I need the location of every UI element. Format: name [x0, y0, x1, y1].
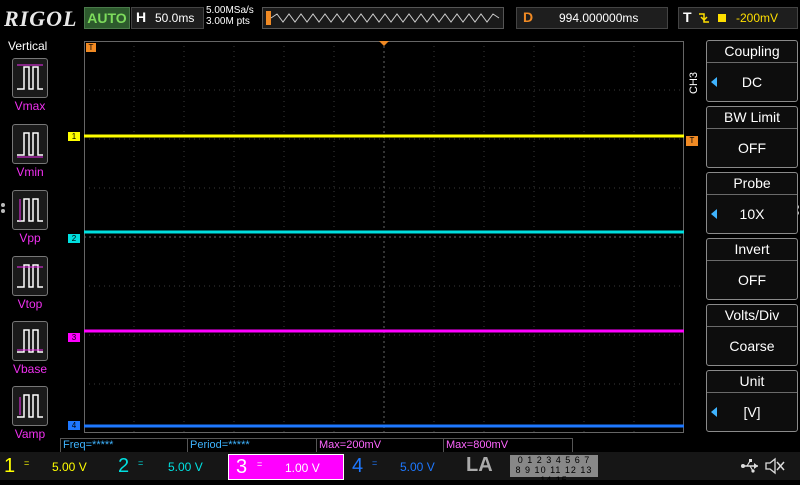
ch1-status[interactable]: 1 = 5.00 V	[0, 454, 110, 478]
left-panel-page-indicator	[1, 203, 5, 219]
usb-icon	[741, 459, 758, 473]
la-row-high: 8 9 10 11 12 13 14 15	[515, 465, 593, 485]
vbase-icon	[12, 321, 48, 361]
ch4-status[interactable]: 4 = 5.00 V	[348, 454, 458, 478]
trigger-time-marker[interactable]: T	[86, 43, 96, 52]
la-row-low: 0 1 2 3 4 5 6 7	[517, 455, 591, 465]
dc-coupling-icon: =	[138, 458, 144, 468]
menu-title: Invert	[707, 241, 797, 261]
timebase-value: 50.0ms	[155, 11, 195, 25]
trigger-level: -200mV	[736, 11, 779, 25]
menu-title: Unit	[707, 373, 797, 393]
horizontal-delay[interactable]: D 994.000000ms	[516, 7, 668, 29]
trigger-source-icon	[718, 14, 726, 22]
ch1-number: 1	[4, 455, 16, 477]
logic-channel-map: 0 1 2 3 4 5 6 7 8 9 10 11 12 13 14 15	[510, 455, 598, 485]
ch2-scale: 5.00 V	[168, 460, 203, 474]
measure-label: Vbase	[12, 362, 48, 376]
ch2-offset-marker[interactable]: 2	[68, 234, 80, 243]
measure-label: Vamp	[14, 427, 46, 441]
measure-label: Vmin	[16, 165, 44, 179]
menu-value: 10X	[739, 206, 765, 222]
menu-value: [V]	[743, 404, 761, 420]
vtop-icon	[12, 256, 48, 296]
measure-vmax[interactable]: Vmax	[10, 58, 50, 118]
brand-logo: RIGOL	[4, 6, 78, 31]
ch3-max-readout[interactable]: Max=200mV	[316, 438, 444, 453]
bw-limit-button[interactable]: BW Limit OFF	[706, 106, 798, 168]
menu-value: OFF	[738, 272, 766, 288]
measure-label: Vpp	[19, 231, 41, 245]
measure-label: Vmax	[14, 99, 46, 113]
ch3-number: 3	[236, 456, 248, 478]
grid-center-axes	[84, 41, 684, 433]
trigger-status[interactable]: T -200mV	[678, 7, 798, 29]
probe-button[interactable]: Probe 10X	[706, 172, 798, 234]
timebase-label: H	[136, 9, 147, 25]
dc-coupling-icon: =	[257, 459, 263, 469]
ch3-scale: 1.00 V	[285, 461, 320, 475]
vpp-icon	[12, 190, 48, 230]
ch1-offset-marker[interactable]: 1	[68, 132, 80, 141]
ch2-status[interactable]: 2 = 5.00 V	[114, 454, 224, 478]
channel-tag: CH3	[688, 71, 700, 94]
invert-button[interactable]: Invert OFF	[706, 238, 798, 300]
memory-position-track[interactable]	[262, 7, 504, 29]
speaker-mute-icon[interactable]	[764, 456, 786, 476]
horizontal-trigger-position-marker[interactable]	[379, 41, 389, 46]
vmin-icon	[12, 124, 48, 164]
dc-coupling-icon: =	[372, 458, 378, 468]
falling-edge-trigger-icon	[699, 13, 709, 23]
ch4-scale: 5.00 V	[400, 460, 435, 474]
menu-title: BW Limit	[707, 109, 797, 129]
vamp-icon	[12, 386, 48, 426]
memory-waveform-preview	[266, 11, 500, 25]
logic-analyzer-button[interactable]: LA	[466, 454, 506, 476]
measure-vbase[interactable]: Vbase	[10, 321, 50, 381]
dc-coupling-icon: =	[24, 458, 30, 468]
measure-vpp[interactable]: Vpp	[10, 190, 50, 250]
menu-value: DC	[741, 74, 763, 90]
memory-depth: 3.00M pts	[206, 16, 250, 27]
ch1-scale: 5.00 V	[52, 460, 87, 474]
ch3-offset-marker[interactable]: 3	[68, 333, 80, 342]
menu-title: Coupling	[707, 43, 797, 63]
menu-value: Coarse	[729, 338, 775, 354]
menu-title: Volts/Div	[707, 307, 797, 327]
menu-value: OFF	[738, 140, 766, 156]
period-readout[interactable]: Period=*****	[187, 438, 317, 453]
ch4-number: 4	[352, 455, 364, 477]
ch4-offset-marker[interactable]: 4	[68, 421, 80, 430]
coupling-button[interactable]: Coupling DC	[706, 40, 798, 102]
measure-label: Vtop	[17, 297, 43, 311]
vmax-icon	[12, 58, 48, 98]
measure-vamp[interactable]: Vamp	[10, 386, 50, 446]
freq-readout[interactable]: Freq=*****	[60, 438, 188, 453]
delay-value: 994.000000ms	[559, 11, 639, 25]
measure-panel-title: Vertical	[8, 39, 48, 53]
delay-label: D	[523, 9, 534, 25]
ch3-max-readout-2[interactable]: Max=800mV	[443, 438, 573, 453]
horizontal-timebase[interactable]: H 50.0ms	[131, 7, 204, 29]
run-mode-indicator[interactable]: AUTO	[84, 7, 130, 29]
trigger-level-marker[interactable]: T	[686, 136, 698, 146]
menu-title: Probe	[707, 175, 797, 195]
volts-div-button[interactable]: Volts/Div Coarse	[706, 304, 798, 366]
ch3-status-active[interactable]: 3 = 1.00 V	[228, 454, 344, 480]
waveform-display[interactable]	[84, 41, 684, 433]
unit-button[interactable]: Unit [V]	[706, 370, 798, 432]
sampling-info: 5.00MSa/s 3.00M pts	[206, 5, 254, 27]
trigger-label: T	[683, 9, 692, 25]
ch2-number: 2	[118, 455, 130, 477]
sample-rate: 5.00MSa/s	[206, 5, 254, 16]
measure-vmin[interactable]: Vmin	[10, 124, 50, 184]
measure-vtop[interactable]: Vtop	[10, 256, 50, 316]
